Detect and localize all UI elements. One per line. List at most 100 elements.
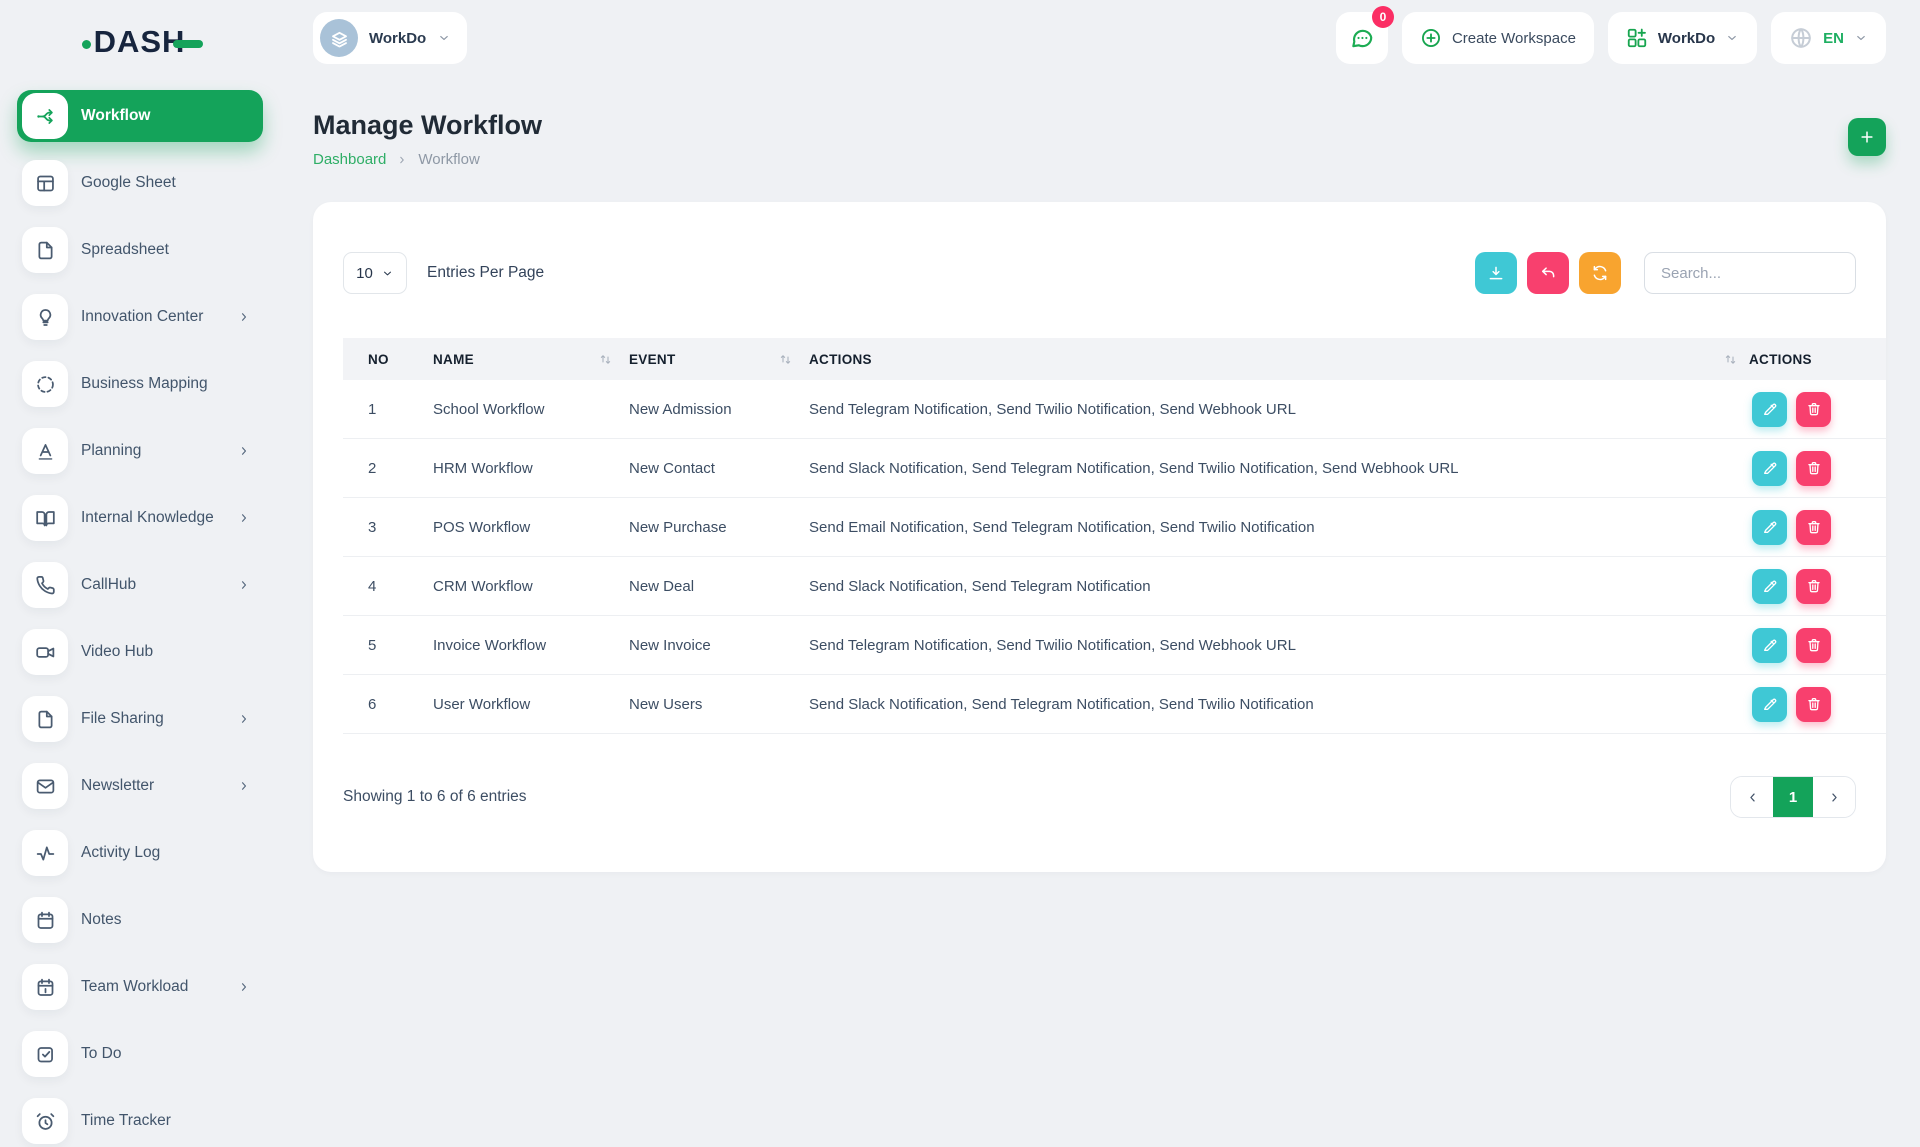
cell-row-actions [1698, 687, 1886, 722]
create-workspace-button[interactable]: Create Workspace [1402, 12, 1594, 64]
edit-button[interactable] [1752, 451, 1787, 486]
sort-icon[interactable] [1723, 352, 1738, 367]
cell-no: 4 [343, 578, 433, 595]
sidebar-item-newsletter[interactable]: Newsletter [17, 760, 263, 812]
cell-row-actions [1698, 569, 1886, 604]
sidebar-item-planning[interactable]: Planning [17, 425, 263, 477]
sidebar-item-spreadsheet[interactable]: Spreadsheet [17, 224, 263, 276]
cell-row-actions [1698, 628, 1886, 663]
sidebar-item-label: To Do [81, 1045, 122, 1063]
chevron-right-icon [237, 511, 251, 525]
breadcrumb-current: Workflow [418, 151, 479, 168]
grid-plus-icon [1626, 27, 1648, 49]
sidebar-item-icon-tile [22, 160, 68, 206]
chevron-down-icon [1725, 31, 1739, 45]
add-workflow-button[interactable] [1848, 118, 1886, 156]
chevron-right-icon [237, 444, 251, 458]
sidebar-item-label: Activity Log [81, 844, 160, 862]
sidebar-item-video-hub[interactable]: Video Hub [17, 626, 263, 678]
sidebar-item-internal-knowledge[interactable]: Internal Knowledge [17, 492, 263, 544]
breadcrumb-dashboard-link[interactable]: Dashboard [313, 151, 386, 168]
activity-icon [35, 843, 56, 864]
entries-per-page-select[interactable]: 10 [343, 252, 407, 294]
calendar-icon [35, 910, 56, 931]
logo-dot [82, 40, 91, 49]
sidebar-item-time-tracker[interactable]: Time Tracker [17, 1095, 263, 1147]
sidebar-item-team-workload[interactable]: Team Workload [17, 961, 263, 1013]
plus-icon [1858, 128, 1876, 146]
sidebar-item-icon-tile [22, 763, 68, 809]
language-selector[interactable]: EN [1771, 12, 1886, 64]
mail-icon [35, 776, 56, 797]
cell-actions: Send Slack Notification, Send Telegram N… [809, 696, 1698, 713]
edit-button[interactable] [1752, 510, 1787, 545]
main-content: WorkDo 0 Create Workspace WorkDo [285, 0, 1920, 1080]
trash-icon [1806, 519, 1822, 535]
brand-logo: DASH [0, 22, 285, 62]
reset-button[interactable] [1527, 252, 1569, 294]
delete-button[interactable] [1796, 510, 1831, 545]
table-row: 3 POS Workflow New Purchase Send Email N… [343, 498, 1886, 557]
sidebar-item-icon-tile [22, 1098, 68, 1144]
workspace-label: WorkDo [369, 30, 426, 47]
sidebar-item-innovation-center[interactable]: Innovation Center [17, 291, 263, 343]
building-icon [329, 28, 350, 49]
sidebar: DASH Workflow Google Sheet Spreadsheet I… [0, 0, 285, 1080]
workspace-selector[interactable]: WorkDo [313, 12, 467, 64]
sidebar-item-label: Spreadsheet [81, 241, 169, 259]
sidebar-item-business-mapping[interactable]: Business Mapping [17, 358, 263, 410]
sidebar-item-notes[interactable]: Notes [17, 894, 263, 946]
current-page[interactable]: 1 [1773, 777, 1813, 817]
sidebar-item-icon-tile [22, 428, 68, 474]
delete-button[interactable] [1796, 569, 1831, 604]
edit-button[interactable] [1752, 392, 1787, 427]
dashed-circle-icon [35, 374, 56, 395]
refresh-icon [1591, 264, 1609, 282]
sidebar-item-activity-log[interactable]: Activity Log [17, 827, 263, 879]
pencil-icon [1762, 696, 1778, 712]
next-page-button[interactable] [1813, 777, 1855, 817]
edit-button[interactable] [1752, 628, 1787, 663]
table-footer: Showing 1 to 6 of 6 entries 1 [343, 776, 1856, 818]
cell-event: New Contact [629, 460, 809, 477]
sort-icon[interactable] [778, 352, 793, 367]
chevron-left-icon [1745, 790, 1760, 805]
pencil-icon [1762, 519, 1778, 535]
delete-button[interactable] [1796, 687, 1831, 722]
cell-event: New Invoice [629, 637, 809, 654]
sidebar-item-to-do[interactable]: To Do [17, 1028, 263, 1080]
app-selector[interactable]: WorkDo [1608, 12, 1757, 64]
sidebar-item-icon-tile [22, 294, 68, 340]
create-workspace-label: Create Workspace [1452, 30, 1576, 47]
previous-page-button[interactable] [1731, 777, 1773, 817]
reload-button[interactable] [1579, 252, 1621, 294]
phone-icon [35, 575, 56, 596]
sort-icon[interactable] [598, 352, 613, 367]
column-header-event[interactable]: EVENT [629, 352, 809, 367]
sidebar-item-icon-tile [22, 830, 68, 876]
delete-button[interactable] [1796, 451, 1831, 486]
cell-row-actions [1698, 510, 1886, 545]
cell-name: CRM Workflow [433, 578, 629, 595]
edit-button[interactable] [1752, 569, 1787, 604]
edit-button[interactable] [1752, 687, 1787, 722]
cell-no: 3 [343, 519, 433, 536]
column-header-name[interactable]: NAME [433, 352, 629, 367]
logo-dash-bar [173, 40, 203, 48]
workflow-icon [35, 106, 56, 127]
sidebar-item-label: Newsletter [81, 777, 154, 795]
sidebar-item-callhub[interactable]: CallHub [17, 559, 263, 611]
messages-button[interactable]: 0 [1336, 12, 1388, 64]
delete-button[interactable] [1796, 392, 1831, 427]
cell-event: New Users [629, 696, 809, 713]
table-row: 4 CRM Workflow New Deal Send Slack Notif… [343, 557, 1886, 616]
sidebar-item-label: Notes [81, 911, 122, 929]
sidebar-item-google-sheet[interactable]: Google Sheet [17, 157, 263, 209]
export-button[interactable] [1475, 252, 1517, 294]
topbar: WorkDo 0 Create Workspace WorkDo [313, 12, 1886, 64]
table-row: 6 User Workflow New Users Send Slack Not… [343, 675, 1886, 734]
search-input[interactable] [1644, 252, 1856, 294]
delete-button[interactable] [1796, 628, 1831, 663]
sidebar-item-file-sharing[interactable]: File Sharing [17, 693, 263, 745]
sidebar-item-workflow[interactable]: Workflow [17, 90, 263, 142]
